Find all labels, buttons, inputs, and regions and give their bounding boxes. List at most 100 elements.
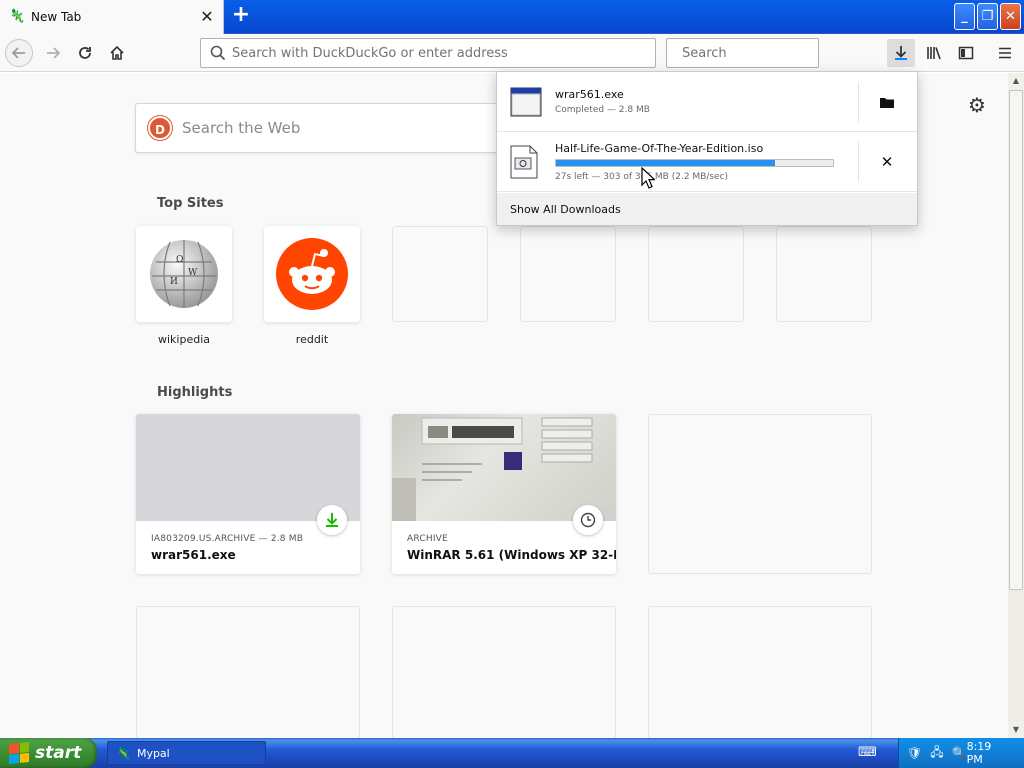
system-tray: 🛡 🖧 🔍 8:19 PM bbox=[898, 738, 1024, 768]
downloads-button[interactable] bbox=[887, 39, 915, 67]
top-site-empty bbox=[520, 226, 616, 322]
windows-taskbar: start 🦎 Mypal ⌨ 🛡 🖧 🔍 8:19 PM bbox=[0, 738, 1024, 768]
download-item-wrar[interactable]: wrar561.exe Completed — 2.8 MB bbox=[497, 72, 917, 132]
highlight-placeholder bbox=[648, 414, 872, 574]
search-bar[interactable] bbox=[666, 38, 852, 68]
settings-gear-icon[interactable]: ⚙ bbox=[965, 93, 989, 117]
taskbar-item-mypal[interactable]: 🦎 Mypal bbox=[107, 741, 266, 765]
svg-text:И: И bbox=[170, 277, 178, 287]
clock: 8:19 PM bbox=[966, 740, 992, 766]
duckduckgo-logo-icon: D bbox=[148, 116, 172, 140]
highlight-placeholder bbox=[392, 606, 616, 738]
top-site-tile[interactable] bbox=[264, 226, 360, 322]
download-item-halflife[interactable]: Half-Life-Game-Of-The-Year-Edition.iso 2… bbox=[497, 132, 917, 192]
download-divider bbox=[858, 142, 859, 182]
close-icon: ✕ bbox=[880, 153, 894, 171]
show-all-downloads-button[interactable]: Show All Downloads bbox=[497, 193, 917, 225]
new-tab-button[interactable]: + bbox=[229, 4, 253, 28]
history-badge bbox=[573, 505, 603, 535]
sidebar-button[interactable] bbox=[952, 39, 980, 67]
minimize-button[interactable]: _ bbox=[954, 3, 975, 30]
keyboard-icon[interactable]: ⌨ bbox=[858, 745, 877, 760]
home-icon bbox=[110, 45, 124, 60]
top-site-label: wikipedia bbox=[157, 333, 210, 346]
search-input[interactable] bbox=[682, 45, 852, 61]
menu-button[interactable] bbox=[991, 39, 1019, 67]
highlight-source: ARCHIVE bbox=[407, 534, 448, 544]
download-icon bbox=[326, 513, 338, 527]
tab-new-tab[interactable]: 🦎 New Tab ✕ bbox=[0, 0, 224, 34]
url-input[interactable] bbox=[232, 45, 655, 61]
reload-icon bbox=[79, 47, 91, 59]
mouse-cursor-icon bbox=[641, 167, 655, 189]
home-button[interactable] bbox=[103, 39, 131, 67]
hamburger-menu-icon bbox=[999, 47, 1011, 59]
tab-close-icon[interactable]: ✕ bbox=[197, 7, 217, 27]
highlight-placeholder bbox=[648, 606, 872, 738]
arrow-right-icon bbox=[47, 47, 61, 59]
download-progress-fill bbox=[556, 160, 775, 166]
search-tray-icon[interactable]: 🔍 bbox=[952, 746, 967, 760]
scroll-thumb[interactable] bbox=[1009, 90, 1023, 590]
highlight-card-wrar[interactable]: IA803209.US.ARCHIVE — 2.8 MB wrar561.exe bbox=[136, 414, 360, 574]
back-button[interactable] bbox=[5, 39, 33, 67]
taskbar-item-label: Mypal bbox=[136, 746, 170, 760]
cancel-download-button[interactable]: ✕ bbox=[872, 148, 902, 176]
wikipedia-globe-icon: Ω W И bbox=[150, 240, 218, 308]
highlights-title: Highlights bbox=[157, 385, 233, 400]
highlight-title: wrar561.exe bbox=[151, 548, 236, 562]
page-scrollbar[interactable]: ▲ ▼ bbox=[1008, 73, 1024, 738]
reddit-logo-icon bbox=[276, 238, 348, 310]
top-site-empty bbox=[392, 226, 488, 322]
svg-text:W: W bbox=[188, 268, 198, 278]
reload-button[interactable] bbox=[71, 39, 99, 67]
top-site-placeholder bbox=[648, 226, 744, 322]
top-site-placeholder bbox=[520, 226, 616, 322]
windows-flag-icon bbox=[9, 741, 29, 765]
highlight-placeholder bbox=[136, 606, 360, 738]
web-search-box[interactable]: D bbox=[135, 103, 515, 153]
sidebar-icon bbox=[958, 46, 974, 60]
highlight-thumbnail bbox=[392, 414, 616, 535]
top-site-empty bbox=[648, 226, 744, 322]
folder-icon bbox=[880, 98, 894, 108]
highlight-source: IA803209.US.ARCHIVE — 2.8 MB bbox=[151, 534, 304, 544]
library-button[interactable] bbox=[920, 39, 948, 67]
highlight-title: WinRAR 5.61 (Windows XP 32-B... bbox=[407, 548, 616, 562]
search-icon bbox=[210, 45, 226, 61]
url-bar[interactable] bbox=[200, 38, 656, 68]
scroll-down-icon[interactable]: ▼ bbox=[1008, 722, 1024, 738]
downloads-panel: wrar561.exe Completed — 2.8 MB Half-Life… bbox=[496, 71, 918, 226]
download-name: Half-Life-Game-Of-The-Year-Edition.iso bbox=[555, 142, 764, 155]
top-site-label: reddit bbox=[295, 333, 329, 346]
security-shield-icon[interactable]: 🛡 bbox=[907, 746, 922, 760]
start-label: start bbox=[35, 743, 82, 763]
restore-button[interactable]: ❐ bbox=[977, 3, 998, 30]
top-site-placeholder bbox=[392, 226, 488, 322]
mypal-app-icon: 🦎 bbox=[116, 746, 131, 760]
download-divider bbox=[858, 82, 859, 122]
highlight-thumbnail bbox=[136, 414, 360, 535]
close-window-button[interactable]: ✕ bbox=[1000, 3, 1021, 30]
window-controls: _ ❐ ✕ bbox=[954, 3, 1021, 30]
highlight-card-winrar[interactable]: ARCHIVE WinRAR 5.61 (Windows XP 32-B... bbox=[392, 414, 616, 574]
download-status: Completed — 2.8 MB bbox=[555, 105, 650, 115]
exe-file-icon bbox=[510, 87, 542, 117]
top-site-wikipedia[interactable]: Ω W И wikipedia bbox=[136, 226, 232, 346]
web-search-input[interactable] bbox=[182, 119, 514, 137]
top-site-reddit[interactable]: reddit bbox=[264, 226, 360, 346]
start-button[interactable]: start bbox=[0, 738, 97, 768]
app-favicon-icon: 🦎 bbox=[9, 9, 26, 24]
top-sites-title: Top Sites bbox=[157, 196, 224, 211]
open-folder-button[interactable] bbox=[872, 88, 902, 116]
clock-icon bbox=[580, 512, 596, 528]
network-icon[interactable]: 🖧 bbox=[930, 743, 943, 764]
top-site-tile[interactable]: Ω W И bbox=[136, 226, 232, 322]
arrow-left-icon bbox=[11, 47, 25, 59]
forward-button[interactable] bbox=[39, 39, 67, 67]
scroll-up-icon[interactable]: ▲ bbox=[1008, 73, 1024, 89]
tab-title: New Tab bbox=[31, 10, 82, 24]
navigation-toolbar bbox=[0, 34, 1024, 72]
tab-strip: 🦎 New Tab ✕ + _ ❐ ✕ bbox=[0, 0, 1024, 34]
library-icon bbox=[927, 47, 941, 60]
